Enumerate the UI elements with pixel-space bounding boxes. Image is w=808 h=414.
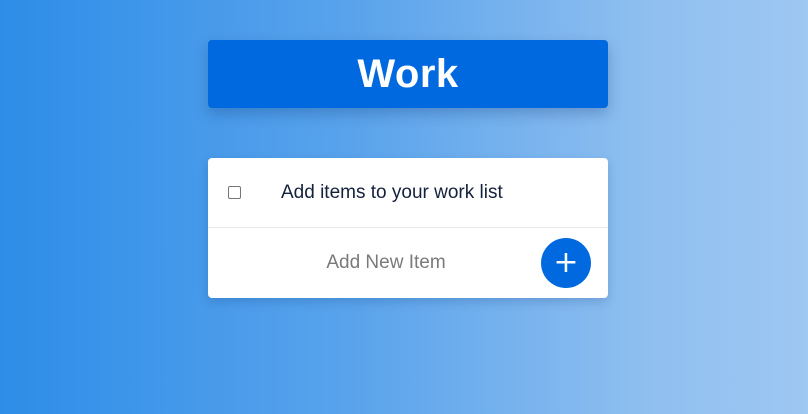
list-item: Add items to your work list [208, 158, 608, 228]
item-checkbox[interactable] [228, 186, 241, 199]
list-item-label: Add items to your work list [281, 181, 503, 203]
add-item-form: + [208, 228, 608, 298]
page-title: Work [357, 51, 459, 96]
add-item-button[interactable]: + [541, 238, 591, 288]
plus-icon: + [553, 245, 579, 280]
new-item-input[interactable] [228, 242, 544, 284]
list-title-banner: Work [208, 40, 608, 108]
todo-list-card: Add items to your work list + [208, 158, 608, 298]
